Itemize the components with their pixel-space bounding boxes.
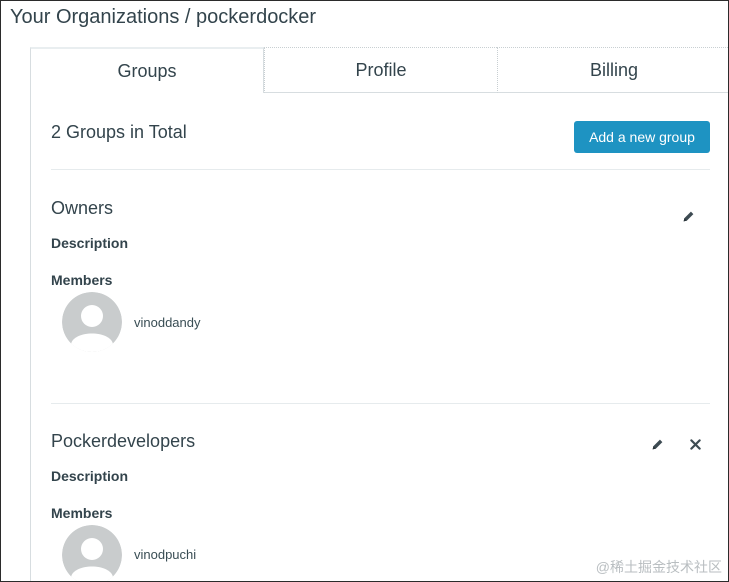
description-label: Description [51,235,129,251]
default-avatar-icon [62,525,122,581]
groups-panel: 2 Groups in Total Add a new group Owners… [30,93,728,581]
edit-icon[interactable] [649,436,665,452]
tab-label: Groups [117,60,177,81]
member-username[interactable]: vinoddandy [134,315,201,330]
groups-total-text: 2 Groups in Total [51,122,187,142]
app-window: Your Organizations / pockerdocker Groups… [0,0,729,582]
edit-icon[interactable] [680,208,696,224]
tab-profile[interactable]: Profile [264,47,497,93]
divider [51,403,710,404]
description-label: Description [51,468,129,484]
page-title: Your Organizations / pockerdocker [10,6,317,28]
members-label: Members [51,272,113,288]
group-name: Pockerdevelopers [51,431,196,451]
members-label: Members [51,505,113,521]
watermark: @稀土掘金技术社区 [595,559,722,575]
divider [51,169,710,170]
tab-label: Billing [589,59,639,80]
add-new-group-button[interactable]: Add a new group [574,121,710,153]
default-avatar-icon [62,292,122,352]
member-username[interactable]: vinodpuchi [134,547,196,562]
tab-billing[interactable]: Billing [497,47,728,93]
group-name: Owners [51,198,114,218]
tab-groups[interactable]: Groups [30,47,264,93]
delete-icon[interactable] [687,436,703,452]
tab-bar: Groups Profile Billing [30,47,728,93]
group-card-owners: Owners Description Members vinoddandy [51,198,710,388]
tab-label: Profile [355,59,407,80]
